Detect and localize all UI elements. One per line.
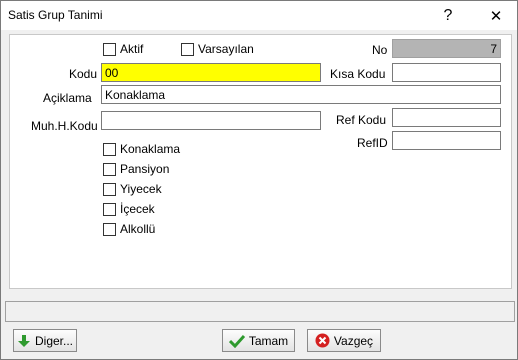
alkollu-checkbox[interactable]: Alkollü	[103, 221, 155, 237]
kisa-kodu-label: Kısa Kodu	[330, 67, 386, 81]
close-button[interactable]: ✕	[479, 1, 513, 30]
varsayilan-checkbox-box[interactable]	[181, 42, 194, 56]
icecek-checkbox[interactable]: İçecek	[103, 201, 155, 217]
diger-button[interactable]: Diger...	[13, 329, 77, 352]
kodu-label: Kodu	[69, 67, 98, 81]
tamam-button[interactable]: Tamam	[222, 329, 295, 352]
yiyecek-label: Yiyecek	[120, 182, 162, 196]
varsayilan-checkbox[interactable]: Varsayılan	[181, 41, 254, 57]
refid-input[interactable]	[392, 131, 501, 150]
help-button[interactable]: ?	[431, 1, 465, 30]
icecek-label: İçecek	[120, 202, 155, 216]
vazgec-button[interactable]: Vazgeç	[307, 329, 381, 352]
aktif-checkbox[interactable]: Aktif	[103, 41, 143, 57]
varsayilan-label: Varsayılan	[198, 42, 254, 56]
kodu-input[interactable]: 00	[101, 63, 321, 82]
dialog-window: Satis Grup Tanimi ? ✕ Aktif Varsayılan N…	[0, 0, 518, 360]
checkmark-icon	[228, 334, 245, 348]
aktif-checkbox-box[interactable]	[103, 42, 116, 56]
yiyecek-checkbox[interactable]: Yiyecek	[103, 181, 162, 197]
no-field: 7	[392, 39, 501, 58]
diger-label: Diger...	[34, 333, 73, 348]
muh-kodu-input[interactable]	[101, 111, 321, 130]
status-bar	[5, 301, 515, 322]
pansiyon-label: Pansiyon	[120, 162, 170, 176]
ref-kodu-input[interactable]	[392, 108, 501, 127]
aciklama-label: Açiklama	[43, 91, 92, 105]
yiyecek-checkbox-box[interactable]	[103, 182, 116, 196]
alkollu-label: Alkollü	[120, 222, 156, 236]
window-title: Satis Grup Tanimi	[8, 8, 103, 22]
icecek-checkbox-box[interactable]	[103, 202, 116, 216]
tamam-label: Tamam	[248, 333, 289, 348]
alkollu-checkbox-box[interactable]	[103, 222, 116, 236]
aktif-label: Aktif	[120, 42, 144, 56]
pansiyon-checkbox-box[interactable]	[103, 162, 116, 176]
konaklama-checkbox-box[interactable]	[103, 142, 116, 156]
arrow-down-icon	[17, 334, 30, 347]
konaklama-label: Konaklama	[120, 142, 181, 156]
kisa-kodu-input[interactable]	[392, 63, 501, 82]
title-bar: Satis Grup Tanimi ? ✕	[1, 1, 517, 30]
pansiyon-checkbox[interactable]: Pansiyon	[103, 161, 169, 177]
refid-label: RefID	[357, 136, 388, 150]
no-label: No	[372, 43, 388, 57]
muh-kodu-label: Muh.H.Kodu	[31, 119, 98, 133]
konaklama-checkbox[interactable]: Konaklama	[103, 141, 180, 157]
vazgec-label: Vazgeç	[333, 333, 374, 348]
ref-kodu-label: Ref Kodu	[336, 113, 387, 127]
form-panel: Aktif Varsayılan No 7 Kodu 00 Kısa Kodu …	[9, 34, 512, 289]
cancel-icon	[315, 333, 330, 348]
aciklama-input[interactable]: Konaklama	[101, 85, 501, 104]
